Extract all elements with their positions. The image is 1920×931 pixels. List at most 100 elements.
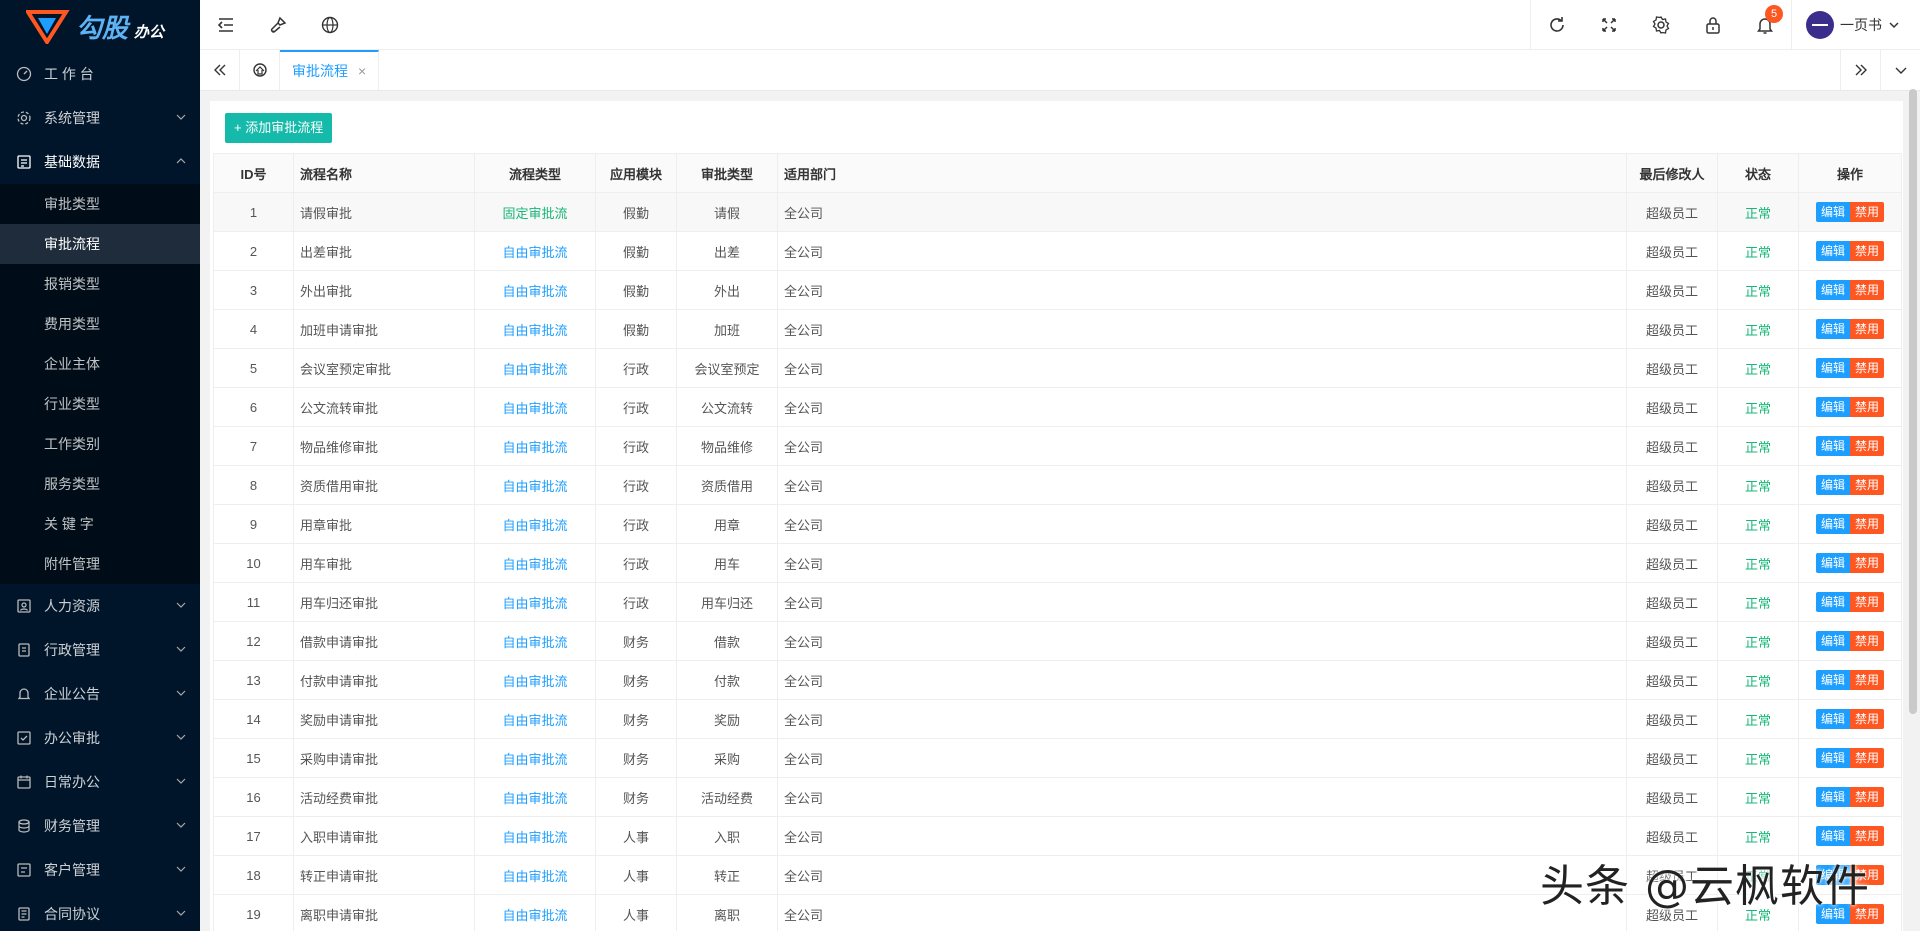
- sidebar-item[interactable]: 客户管理: [0, 848, 200, 892]
- table-row[interactable]: 12 借款申请审批 自由审批流 财务 借款 全公司 超级员工 正常 编辑 禁用: [213, 621, 1902, 661]
- table-row[interactable]: 4 加班申请审批 自由审批流 假勤 加班 全公司 超级员工 正常 编辑 禁用: [213, 309, 1902, 349]
- edit-button[interactable]: 编辑: [1815, 475, 1850, 495]
- edit-button[interactable]: 编辑: [1815, 592, 1850, 612]
- table-row[interactable]: 16 活动经费审批 自由审批流 财务 活动经费 全公司 超级员工 正常 编辑 禁用: [213, 777, 1902, 817]
- tab-menu-button[interactable]: [1880, 50, 1920, 90]
- table-cell: 请假审批: [293, 192, 475, 232]
- edit-button[interactable]: 编辑: [1815, 748, 1850, 768]
- edit-button[interactable]: 编辑: [1815, 826, 1850, 846]
- disable-button[interactable]: 禁用: [1850, 280, 1885, 300]
- sidebar-subitem[interactable]: 工作类别: [0, 424, 200, 464]
- disable-button[interactable]: 禁用: [1850, 436, 1885, 456]
- tab-approval-flow[interactable]: 审批流程 ×: [280, 50, 380, 90]
- table-cell: 17: [213, 816, 294, 856]
- tab-home[interactable]: [240, 50, 280, 90]
- website-button[interactable]: [304, 0, 356, 50]
- disable-button[interactable]: 禁用: [1850, 709, 1885, 729]
- column-header: 适用部门: [777, 153, 1627, 193]
- sidebar-item[interactable]: 行政管理: [0, 628, 200, 672]
- clear-cache-button[interactable]: [252, 0, 304, 50]
- disable-button[interactable]: 禁用: [1850, 553, 1885, 573]
- table-row[interactable]: 11 用车归还审批 自由审批流 行政 用车归还 全公司 超级员工 正常 编辑 禁用: [213, 582, 1902, 622]
- table-cell: 正常: [1717, 660, 1799, 700]
- edit-button[interactable]: 编辑: [1815, 670, 1850, 690]
- scrollbar[interactable]: [1909, 89, 1917, 714]
- sidebar-item[interactable]: 基础数据: [0, 140, 200, 184]
- sidebar-subitem[interactable]: 附件管理: [0, 544, 200, 584]
- add-approval-flow-button[interactable]: + 添加审批流程: [225, 113, 333, 143]
- sidebar-item[interactable]: 办公审批: [0, 716, 200, 760]
- table-row[interactable]: 10 用车审批 自由审批流 行政 用车 全公司 超级员工 正常 编辑 禁用: [213, 543, 1902, 583]
- sidebar-item[interactable]: 工 作 台: [0, 52, 200, 96]
- tab-scroll-left-button[interactable]: [200, 50, 240, 90]
- tab-close-icon[interactable]: ×: [358, 63, 366, 79]
- sidebar-subitem[interactable]: 报销类型: [0, 264, 200, 304]
- table-row[interactable]: 15 采购申请审批 自由审批流 财务 采购 全公司 超级员工 正常 编辑 禁用: [213, 738, 1902, 778]
- table-cell: 假勤: [595, 231, 677, 271]
- table-cell: 付款: [676, 660, 778, 700]
- edit-button[interactable]: 编辑: [1815, 787, 1850, 807]
- table-row[interactable]: 6 公文流转审批 自由审批流 行政 公文流转 全公司 超级员工 正常 编辑 禁用: [213, 387, 1902, 427]
- disable-button[interactable]: 禁用: [1850, 514, 1885, 534]
- sidebar-subitem[interactable]: 关 键 字: [0, 504, 200, 544]
- settings-button[interactable]: [1635, 0, 1687, 50]
- sidebar-subitem[interactable]: 费用类型: [0, 304, 200, 344]
- disable-button[interactable]: 禁用: [1850, 475, 1885, 495]
- disable-button[interactable]: 禁用: [1850, 202, 1885, 222]
- disable-button[interactable]: 禁用: [1850, 358, 1885, 378]
- disable-button[interactable]: 禁用: [1850, 319, 1885, 339]
- disable-button[interactable]: 禁用: [1850, 826, 1885, 846]
- logo[interactable]: 勾股 办公: [0, 0, 200, 52]
- fullscreen-button[interactable]: [1583, 0, 1635, 50]
- refresh-button[interactable]: [1531, 0, 1583, 50]
- table-row[interactable]: 13 付款申请审批 自由审批流 财务 付款 全公司 超级员工 正常 编辑 禁用: [213, 660, 1902, 700]
- edit-button[interactable]: 编辑: [1815, 241, 1850, 261]
- edit-button[interactable]: 编辑: [1815, 280, 1850, 300]
- disable-button[interactable]: 禁用: [1850, 670, 1885, 690]
- table-row[interactable]: 2 出差审批 自由审批流 假勤 出差 全公司 超级员工 正常 编辑 禁用: [213, 231, 1902, 271]
- edit-button[interactable]: 编辑: [1815, 631, 1850, 651]
- table-row[interactable]: 14 奖励申请审批 自由审批流 财务 奖励 全公司 超级员工 正常 编辑 禁用: [213, 699, 1902, 739]
- table-row[interactable]: 8 资质借用审批 自由审批流 行政 资质借用 全公司 超级员工 正常 编辑 禁用: [213, 465, 1902, 505]
- dashboard-icon: [16, 66, 32, 82]
- sidebar-subitem[interactable]: 审批类型: [0, 184, 200, 224]
- edit-button[interactable]: 编辑: [1815, 397, 1850, 417]
- sidebar-subitem[interactable]: 审批流程: [0, 224, 200, 264]
- edit-button[interactable]: 编辑: [1815, 202, 1850, 222]
- disable-button[interactable]: 禁用: [1850, 748, 1885, 768]
- notification-button[interactable]: 5: [1739, 0, 1791, 50]
- edit-button[interactable]: 编辑: [1815, 709, 1850, 729]
- lock-screen-button[interactable]: [1687, 0, 1739, 50]
- disable-button[interactable]: 禁用: [1850, 241, 1885, 261]
- table-row[interactable]: 3 外出审批 自由审批流 假勤 外出 全公司 超级员工 正常 编辑 禁用: [213, 270, 1902, 310]
- sidebar-item[interactable]: 合同协议: [0, 892, 200, 931]
- tab-scroll-right-button[interactable]: [1840, 50, 1880, 90]
- sidebar-item[interactable]: 日常办公: [0, 760, 200, 804]
- table-row[interactable]: 1 请假审批 固定审批流 假勤 请假 全公司 超级员工 正常 编辑 禁用: [213, 192, 1902, 232]
- table-cell: 全公司: [777, 582, 1627, 622]
- sidebar-item[interactable]: 人力资源: [0, 584, 200, 628]
- sidebar-item[interactable]: 财务管理: [0, 804, 200, 848]
- disable-button[interactable]: 禁用: [1850, 397, 1885, 417]
- disable-button[interactable]: 禁用: [1850, 787, 1885, 807]
- table-row[interactable]: 5 会议室预定审批 自由审批流 行政 会议室预定 全公司 超级员工 正常 编辑 禁用: [213, 348, 1902, 388]
- sidebar-item[interactable]: 系统管理: [0, 96, 200, 140]
- user-menu[interactable]: 一页书: [1791, 0, 1920, 50]
- disable-button[interactable]: 禁用: [1850, 592, 1885, 612]
- edit-button[interactable]: 编辑: [1815, 358, 1850, 378]
- table-row[interactable]: 7 物品维修审批 自由审批流 行政 物品维修 全公司 超级员工 正常 编辑 禁用: [213, 426, 1902, 466]
- table-row[interactable]: 9 用章审批 自由审批流 行政 用章 全公司 超级员工 正常 编辑 禁用: [213, 504, 1902, 544]
- sidebar-item[interactable]: 企业公告: [0, 672, 200, 716]
- actions-cell: 编辑 禁用: [1798, 465, 1902, 505]
- action-group: 编辑 禁用: [1815, 436, 1885, 456]
- sidebar-subitem[interactable]: 行业类型: [0, 384, 200, 424]
- sidebar-subitem[interactable]: 服务类型: [0, 464, 200, 504]
- edit-button[interactable]: 编辑: [1815, 514, 1850, 534]
- sidebar-subitem[interactable]: 企业主体: [0, 344, 200, 384]
- edit-button[interactable]: 编辑: [1815, 319, 1850, 339]
- edit-button[interactable]: 编辑: [1815, 553, 1850, 573]
- table-cell: 假勤: [595, 270, 677, 310]
- disable-button[interactable]: 禁用: [1850, 631, 1885, 651]
- edit-button[interactable]: 编辑: [1815, 436, 1850, 456]
- toggle-sidebar-button[interactable]: [200, 0, 252, 50]
